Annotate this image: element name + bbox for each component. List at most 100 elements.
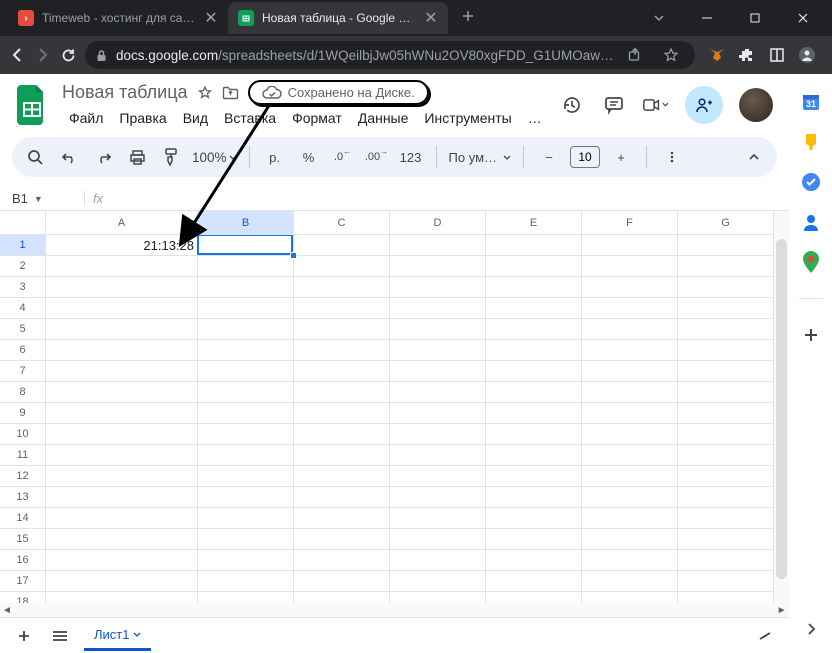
cell[interactable] <box>294 571 390 592</box>
font-size-input[interactable]: 10 <box>570 146 600 168</box>
cell[interactable] <box>582 487 678 508</box>
cell[interactable] <box>294 424 390 445</box>
cell[interactable] <box>198 382 294 403</box>
row-header[interactable]: 14 <box>0 508 46 529</box>
cell[interactable] <box>46 340 198 361</box>
cell[interactable] <box>678 487 774 508</box>
cell[interactable] <box>390 256 486 277</box>
cell[interactable] <box>198 277 294 298</box>
cell[interactable] <box>678 445 774 466</box>
cell[interactable] <box>46 256 198 277</box>
cell[interactable] <box>486 487 582 508</box>
cell[interactable] <box>486 445 582 466</box>
minimize-button[interactable] <box>692 3 722 33</box>
cell[interactable] <box>294 508 390 529</box>
cell[interactable] <box>582 445 678 466</box>
menu-view[interactable]: Вид <box>176 107 215 129</box>
cell[interactable] <box>294 382 390 403</box>
cell[interactable] <box>294 361 390 382</box>
cells-area[interactable]: 21:13:28 <box>46 235 789 617</box>
extensions-icon[interactable] <box>733 41 761 69</box>
cell[interactable] <box>390 424 486 445</box>
more-toolbar-icon[interactable] <box>659 144 685 170</box>
increase-font-button[interactable]: + <box>608 144 634 170</box>
row-header[interactable]: 13 <box>0 487 46 508</box>
column-header[interactable]: D <box>390 211 486 235</box>
omnibox[interactable]: docs.google.com/spreadsheets/d/1WQeilbjJ… <box>85 41 695 69</box>
cell[interactable] <box>390 571 486 592</box>
cell[interactable] <box>486 361 582 382</box>
menu-insert[interactable]: Вставка <box>217 107 283 129</box>
name-box[interactable]: B1▼ <box>6 191 64 206</box>
cell[interactable] <box>486 571 582 592</box>
cell[interactable] <box>582 403 678 424</box>
cell[interactable] <box>46 571 198 592</box>
move-icon[interactable] <box>222 84 240 102</box>
cell[interactable] <box>582 340 678 361</box>
row-header[interactable]: 3 <box>0 277 46 298</box>
row-header[interactable]: 6 <box>0 340 46 361</box>
increase-decimal-button[interactable]: .00→ <box>364 144 390 170</box>
cell[interactable] <box>198 424 294 445</box>
cell[interactable] <box>198 235 294 256</box>
cell[interactable] <box>294 487 390 508</box>
column-header[interactable]: B <box>198 211 294 235</box>
cell[interactable] <box>46 466 198 487</box>
cell[interactable] <box>198 550 294 571</box>
cell[interactable] <box>294 466 390 487</box>
cell[interactable] <box>198 403 294 424</box>
cell[interactable] <box>678 298 774 319</box>
row-header[interactable]: 10 <box>0 424 46 445</box>
cell[interactable] <box>46 319 198 340</box>
menu-edit[interactable]: Правка <box>112 107 173 129</box>
close-icon[interactable]: ✕ <box>424 11 438 25</box>
row-header[interactable]: 9 <box>0 403 46 424</box>
add-addon-icon[interactable] <box>801 325 821 345</box>
cell[interactable] <box>390 529 486 550</box>
reload-button[interactable] <box>60 41 77 69</box>
cell[interactable] <box>198 487 294 508</box>
cell[interactable] <box>294 277 390 298</box>
cell[interactable] <box>390 550 486 571</box>
cell[interactable] <box>582 550 678 571</box>
calendar-icon[interactable]: 31 <box>801 92 821 112</box>
menu-data[interactable]: Данные <box>351 107 416 129</box>
cell[interactable] <box>198 466 294 487</box>
select-all-corner[interactable] <box>0 211 46 235</box>
comments-icon[interactable] <box>601 92 627 118</box>
cell[interactable] <box>46 487 198 508</box>
cell[interactable] <box>678 571 774 592</box>
row-header[interactable]: 5 <box>0 319 46 340</box>
cell[interactable] <box>678 256 774 277</box>
row-header[interactable]: 11 <box>0 445 46 466</box>
cell[interactable] <box>198 571 294 592</box>
row-header[interactable]: 17 <box>0 571 46 592</box>
row-header[interactable]: 4 <box>0 298 46 319</box>
share-url-icon[interactable] <box>621 41 649 69</box>
add-sheet-button[interactable] <box>12 624 36 648</box>
cell[interactable] <box>678 529 774 550</box>
cell[interactable] <box>582 508 678 529</box>
selection-handle[interactable] <box>290 252 297 259</box>
reading-list-icon[interactable] <box>763 41 791 69</box>
cell[interactable] <box>46 508 198 529</box>
cell[interactable] <box>486 277 582 298</box>
cell[interactable] <box>486 298 582 319</box>
cell[interactable]: 21:13:28 <box>46 235 198 256</box>
menu-more[interactable]: … <box>521 107 549 129</box>
cell[interactable] <box>46 424 198 445</box>
cell[interactable] <box>582 382 678 403</box>
cell[interactable] <box>390 382 486 403</box>
row-header[interactable]: 2 <box>0 256 46 277</box>
cell[interactable] <box>486 403 582 424</box>
menu-file[interactable]: Файл <box>62 107 110 129</box>
cell[interactable] <box>198 529 294 550</box>
collapse-toolbar-icon[interactable] <box>741 144 767 170</box>
cell[interactable] <box>678 235 774 256</box>
cell[interactable] <box>582 361 678 382</box>
maps-icon[interactable] <box>801 252 821 272</box>
cell[interactable] <box>46 382 198 403</box>
cell[interactable] <box>390 277 486 298</box>
menu-icon[interactable] <box>823 41 832 69</box>
sheets-logo[interactable] <box>12 85 52 125</box>
